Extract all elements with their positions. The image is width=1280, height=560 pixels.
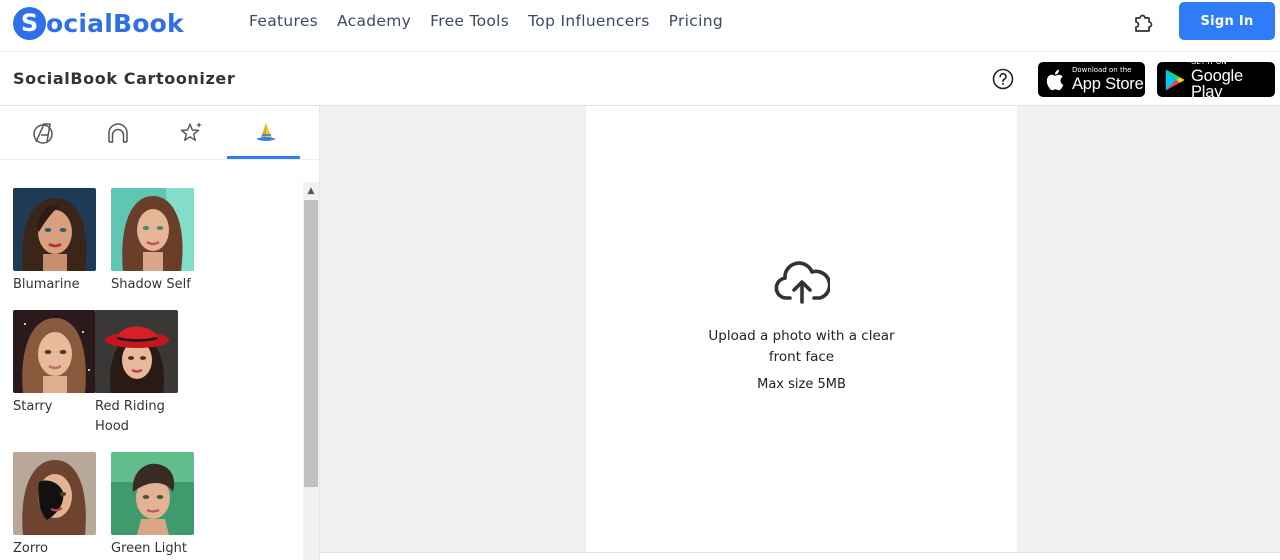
style-list-scrollbar[interactable]: ▲: [303, 182, 319, 560]
app-store-badge[interactable]: Download on the App Store: [1038, 62, 1145, 97]
nav-links: Features Academy Free Tools Top Influenc…: [249, 12, 742, 30]
style-card-blumarine[interactable]: Blumarine: [13, 188, 103, 295]
page-title: SocialBook Cartoonizer: [13, 69, 236, 88]
style-thumbnail: [13, 188, 96, 271]
google-play-big-text: Google Play: [1190, 66, 1243, 101]
style-thumbnail: [111, 452, 194, 535]
avengers-icon[interactable]: [30, 120, 56, 146]
style-thumbnail: [95, 310, 178, 393]
upload-instructions: Upload a photo with a clear front face: [708, 328, 895, 365]
logo-text: ocialBook: [46, 8, 184, 38]
style-thumbnail: [13, 452, 96, 535]
style-card-zorro[interactable]: Zorro: [13, 452, 103, 559]
help-icon[interactable]: [992, 68, 1014, 90]
logo-mark: S: [13, 6, 46, 40]
workspace-bottom-bar: [320, 552, 1280, 560]
style-card-starry[interactable]: Starry: [13, 310, 103, 417]
witch-hat-icon[interactable]: [253, 120, 279, 146]
nav-link-free-tools[interactable]: Free Tools: [430, 12, 509, 30]
style-card-green-light[interactable]: Green Light: [111, 452, 201, 559]
google-play-icon: [1165, 68, 1185, 91]
style-card-red-riding-hood[interactable]: Red Riding Hood: [95, 310, 185, 437]
nav-link-features[interactable]: Features: [249, 12, 318, 30]
scroll-up-arrow-icon[interactable]: ▲: [303, 182, 319, 199]
nav-link-top-influencers[interactable]: Top Influencers: [528, 12, 649, 30]
nav-link-pricing[interactable]: Pricing: [669, 12, 723, 30]
style-label: Starry: [13, 399, 53, 414]
google-play-badge[interactable]: GET IT ON Google Play: [1157, 57, 1275, 100]
style-card-shadow-self[interactable]: Shadow Self: [111, 188, 201, 295]
tool-header: SocialBook Cartoonizer Download on the A…: [0, 53, 1280, 106]
style-label: Green Light: [111, 541, 187, 556]
active-tab-indicator: [227, 156, 300, 159]
apple-icon: [1046, 69, 1064, 90]
workspace: Upload a photo with a clear front face M…: [320, 106, 1280, 560]
style-label: Red Riding Hood: [95, 399, 165, 434]
style-category-tabs: [0, 106, 320, 160]
style-label: Shadow Self: [111, 277, 191, 292]
nav-link-academy[interactable]: Academy: [337, 12, 411, 30]
style-label: Blumarine: [13, 277, 80, 292]
top-navigation: S ocialBook Features Academy Free Tools …: [0, 0, 1280, 52]
style-grid: Blumarine Shadow Self Starry Red Riding …: [0, 160, 303, 560]
photo-upload-area[interactable]: Upload a photo with a clear front face M…: [586, 106, 1017, 552]
scrollbar-thumb[interactable]: [304, 200, 318, 487]
cloud-upload-icon: [774, 261, 830, 304]
style-label: Zorro: [13, 541, 48, 556]
style-thumbnail: [13, 310, 96, 393]
sign-in-button[interactable]: Sign In: [1179, 2, 1275, 40]
sparkle-star-icon[interactable]: [179, 120, 205, 146]
app-store-big-text: App Store: [1072, 74, 1144, 93]
helmet-icon[interactable]: [105, 120, 131, 146]
style-thumbnail: [111, 188, 194, 271]
app-store-small-text: Download on the: [1072, 65, 1132, 74]
socialbook-logo[interactable]: S ocialBook: [13, 5, 184, 41]
google-play-small-text: GET IT ON: [1190, 57, 1227, 66]
upload-max-size: Max size 5MB: [757, 377, 846, 392]
style-sidebar: Blumarine Shadow Self Starry Red Riding …: [0, 106, 320, 560]
extension-puzzle-icon[interactable]: [1131, 9, 1157, 35]
